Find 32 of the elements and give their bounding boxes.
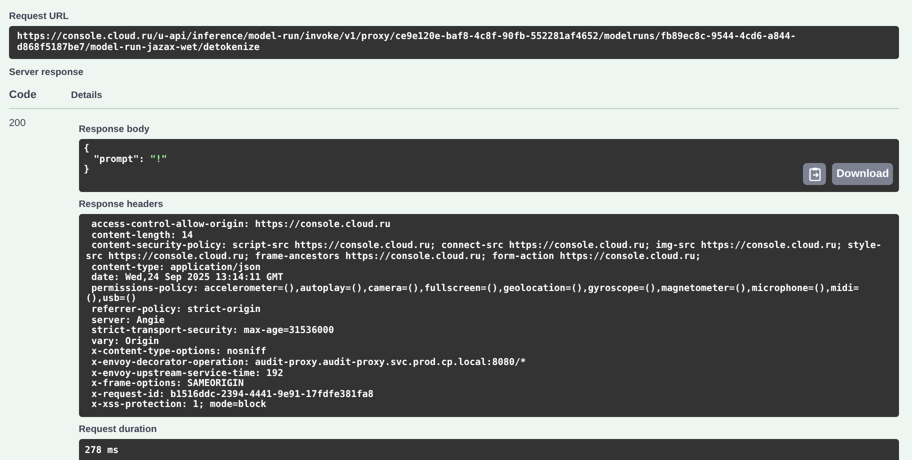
header-line: x-xss-protection: 1; mode=block — [90, 400, 268, 411]
code-line: } — [84, 165, 90, 176]
header-line: x-envoy-upstream-service-time: 192 — [90, 368, 284, 378]
header-line: date: Wed,24 Sep 2025 13:14:11 GMT — [90, 273, 284, 284]
clipboard-icon — [808, 167, 821, 182]
header-line: strict-transport-security: max-age=31536000 — [90, 326, 336, 336]
header-line: x-content-type-options: nosniff — [90, 347, 266, 358]
code-line: { — [84, 144, 90, 155]
column-header: Details — [71, 90, 102, 101]
code-line: "prompt": "!" — [92, 154, 168, 166]
header-line: access-control-allow-origin: https://console.cloud.ru — [90, 220, 392, 230]
copy-button[interactable] — [803, 163, 826, 186]
header-line: x-envoy-decorator-operation: audit-proxy.audit-proxy.svc.prod.cp.local:8080/* — [90, 358, 527, 368]
header-line: permissions-policy: accelerometer=(),autoplay=(),camera=(),fullscreen=(),geolocation=(),gyroscope=(),magnetometer=(),microphone=(),midi=(),usb=() — [86, 284, 860, 304]
header-line: vary: Origin — [90, 336, 160, 347]
download-button[interactable]: Download — [832, 163, 893, 186]
section-label: Response headers — [78, 199, 164, 210]
header-line: referrer-policy: strict-origin — [90, 304, 262, 315]
url-block: https://console.cloud.ru/u-api/inference/model-run/invoke/v1/proxy/ce9e120e-baf8-4c8f-90fb-552281af4652/modelruns/fb89ec8c-9544-4cd6-a844-d868f5187be7/model-run-jazax-wet/detokenize — [9, 26, 899, 60]
duration-block: 278 ms — [78, 438, 899, 460]
section-label: Request duration — [78, 424, 157, 435]
section-label: Request URL — [9, 11, 69, 22]
header-line: content-security-policy: script-src https://console.cloud.ru; connect-src https://console.cloud.ru; img-src https://console.cloud.ru; style-src https://console.cloud.ru; frame-ancestors https://console.cloud.ru; form-action https://console.cloud.ru; — [86, 241, 883, 262]
header-line: x-frame-options: SAMEORIGIN — [90, 379, 245, 390]
column-header: Code — [9, 89, 38, 102]
header-line: content-type: application/json — [90, 262, 262, 273]
status-code: 200 — [9, 118, 26, 132]
header-line: x-request-id: b1516ddc-2394-4441-9e91-17fdfe381fa8 — [90, 390, 375, 400]
header-line: server: Angie — [90, 316, 165, 326]
section-label: Response body — [78, 124, 150, 136]
section-label: Server response — [9, 67, 84, 78]
header-line: content-length: 14 — [90, 230, 193, 241]
